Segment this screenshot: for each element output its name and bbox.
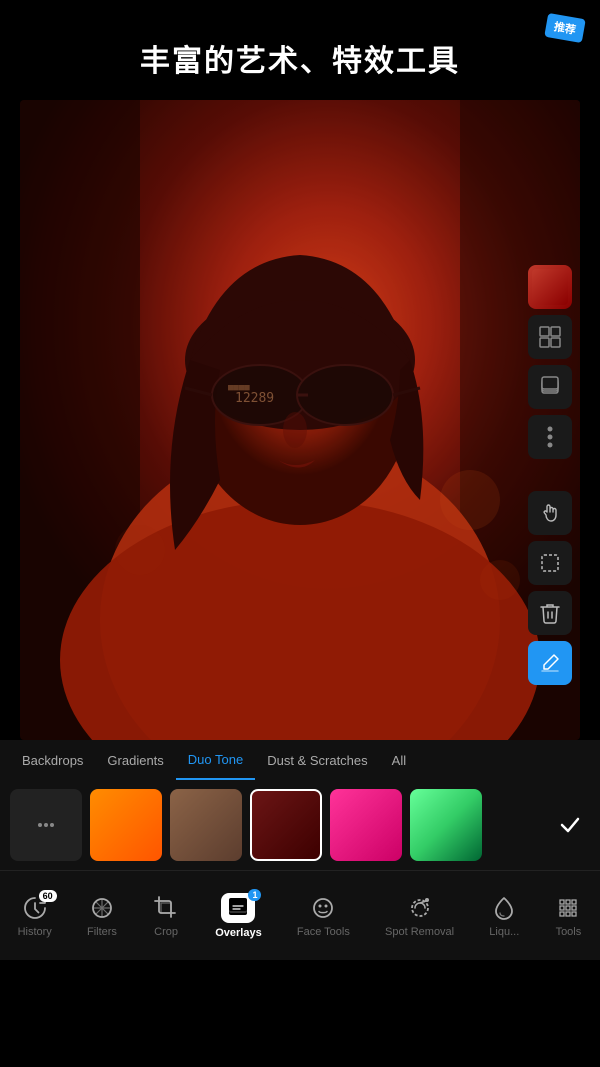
nav-filters[interactable]: Filters bbox=[81, 886, 123, 946]
nav-facetools-label: Face Tools bbox=[297, 926, 350, 938]
cat-dust[interactable]: Dust & Scratches bbox=[255, 740, 379, 780]
nav-liquify[interactable]: Liqu... bbox=[483, 886, 525, 946]
nav-tools[interactable]: Tools bbox=[548, 886, 588, 946]
nav-history-label: History bbox=[18, 926, 52, 938]
bottom-nav: 60 History Filters Crop bbox=[0, 870, 600, 960]
swatch-more[interactable] bbox=[10, 789, 82, 861]
page-title: 丰富的艺术、特效工具 bbox=[0, 0, 600, 100]
nav-liquify-label: Liqu... bbox=[489, 926, 519, 938]
swatch-orange[interactable] bbox=[90, 789, 162, 861]
cat-all[interactable]: All bbox=[380, 740, 418, 780]
photo-background: 12289 ■■■■ bbox=[20, 100, 580, 740]
woman-photo: 12289 ■■■■ bbox=[20, 100, 580, 740]
cat-gradients[interactable]: Gradients bbox=[95, 740, 175, 780]
layers-button[interactable] bbox=[528, 365, 572, 409]
nav-spotremoval[interactable]: Spot Removal bbox=[379, 886, 460, 946]
nav-overlays-label: Overlays bbox=[215, 927, 261, 939]
cat-duotone[interactable]: Duo Tone bbox=[176, 740, 255, 780]
swatches-row bbox=[0, 780, 600, 870]
edit-brush-button[interactable] bbox=[528, 641, 572, 685]
confirm-button[interactable] bbox=[550, 813, 590, 837]
swatch-darkred-selected[interactable] bbox=[250, 789, 322, 861]
right-toolbar bbox=[528, 265, 572, 685]
nav-crop-label: Crop bbox=[154, 926, 178, 938]
delete-button[interactable] bbox=[528, 591, 572, 635]
nav-overlays[interactable]: 1 Overlays bbox=[209, 885, 267, 947]
grid-button[interactable] bbox=[528, 315, 572, 359]
swatch-green[interactable] bbox=[410, 789, 482, 861]
editor-area[interactable]: 12289 ■■■■ bbox=[20, 100, 580, 740]
swatch-pink[interactable] bbox=[330, 789, 402, 861]
nav-filters-label: Filters bbox=[87, 926, 117, 938]
selection-button[interactable] bbox=[528, 541, 572, 585]
cat-backdrops[interactable]: Backdrops bbox=[10, 740, 95, 780]
history-badge: 60 bbox=[39, 890, 57, 902]
nav-crop[interactable]: Crop bbox=[146, 886, 186, 946]
more-button[interactable] bbox=[528, 415, 572, 459]
nav-tools-label: Tools bbox=[556, 926, 582, 938]
hand-move-button[interactable] bbox=[528, 491, 572, 535]
nav-facetools[interactable]: Face Tools bbox=[291, 886, 356, 946]
color-swatch-button[interactable] bbox=[528, 265, 572, 309]
overlays-badge: 1 bbox=[248, 889, 261, 901]
swatch-brown[interactable] bbox=[170, 789, 242, 861]
nav-history[interactable]: 60 History bbox=[12, 886, 58, 946]
overlay-categories: Backdrops Gradients Duo Tone Dust & Scra… bbox=[0, 740, 600, 780]
nav-spotremoval-label: Spot Removal bbox=[385, 926, 454, 938]
